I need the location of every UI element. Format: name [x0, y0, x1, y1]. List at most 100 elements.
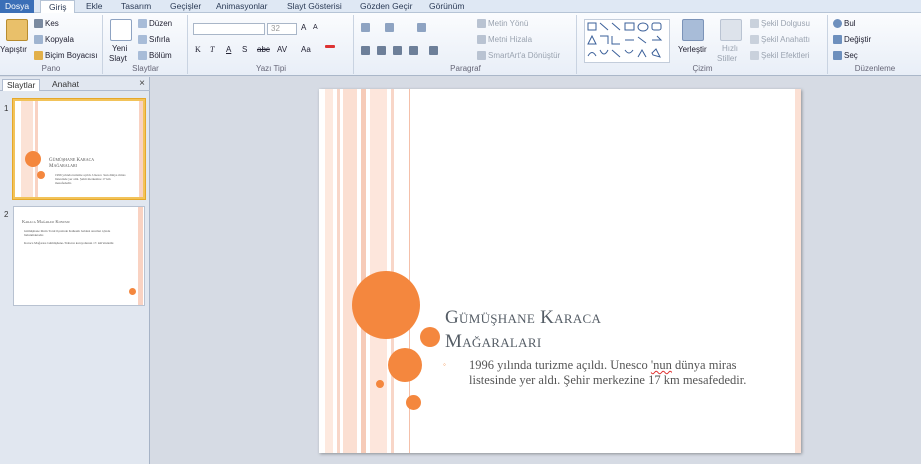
strikethrough-button[interactable]: abc	[257, 45, 270, 54]
new-slide-label-1[interactable]: Yeni	[112, 44, 127, 53]
format-painter-label: Biçim Boyacısı	[45, 51, 98, 60]
tab-outline[interactable]: Anahat	[48, 79, 83, 91]
shapes-gallery[interactable]	[584, 19, 670, 63]
group-drawing: Yerleştir Hızlı Stiller Şekil Dolgusu Şe…	[578, 15, 828, 74]
close-icon[interactable]: ×	[139, 78, 145, 89]
char-spacing-button[interactable]: AV	[277, 45, 287, 54]
shape-fill-button[interactable]: Şekil Dolgusu	[750, 19, 810, 28]
slide-thumbnail-1[interactable]: Gümüşhane Karaca Mağaraları 1996 yılında…	[13, 99, 145, 199]
bullets-button[interactable]	[361, 23, 370, 32]
columns-icon	[429, 46, 438, 55]
paste-button[interactable]: Yapıştır	[0, 45, 27, 54]
paste-icon[interactable]	[6, 19, 28, 41]
reset-button[interactable]: Sıfırla	[138, 35, 170, 44]
tab-design[interactable]: Tasarım	[121, 0, 151, 13]
align-center-button[interactable]	[377, 46, 386, 55]
group-font: 32 A A K T A S abc AV Aa Yazı Tipi	[189, 15, 354, 74]
paint-bucket-icon	[750, 19, 759, 28]
align-text-label: Metni Hizala	[488, 35, 533, 44]
find-button[interactable]: Bul	[833, 19, 856, 28]
layout-button[interactable]: Düzen	[138, 19, 172, 28]
group-paragraph: Metin Yönü Metni Hizala SmartArt'a Dönüş…	[355, 15, 577, 74]
smartart-button[interactable]: SmartArt'a Dönüştür	[477, 51, 560, 60]
decor-circle	[406, 395, 421, 410]
tab-view[interactable]: Görünüm	[429, 0, 464, 13]
shape-effects-button[interactable]: Şekil Efektleri	[750, 51, 809, 60]
slide-title-line-2: Mağaraları	[445, 331, 542, 352]
text-direction-button[interactable]: Metin Yönü	[477, 19, 528, 28]
numbering-button[interactable]	[385, 23, 394, 32]
thumb-body: 1996 yılında turizme açıldı. Unesco 'nun…	[55, 173, 126, 185]
align-left-button[interactable]	[361, 46, 370, 55]
slide-canvas[interactable]: Gümüşhane Karaca Mağaraları ◦ 1996 yılın…	[319, 89, 801, 453]
thumb-stripe	[139, 101, 143, 197]
align-text-button[interactable]: Metni Hizala	[477, 35, 532, 44]
shrink-font-button[interactable]: A	[313, 24, 318, 31]
group-label-editing: Düzenleme	[854, 64, 896, 73]
font-color-button[interactable]	[325, 45, 335, 48]
group-label-font: Yazı Tipi	[255, 64, 287, 73]
tab-animations[interactable]: Animasyonlar	[216, 0, 268, 13]
tab-slideshow[interactable]: Slayt Gösterisi	[287, 0, 342, 13]
slide-body-text[interactable]: 1996 yılında turizme açıldı. Unesco 'nun…	[469, 358, 769, 388]
select-button[interactable]: Seç	[833, 51, 858, 60]
decor-stripe	[343, 89, 357, 453]
decor-circle	[352, 271, 420, 339]
grow-font-button[interactable]: A	[301, 23, 306, 32]
thumb-stripe	[35, 101, 38, 197]
section-button[interactable]: Bölüm	[138, 51, 172, 60]
align-left-icon	[361, 46, 370, 55]
decor-stripe	[325, 89, 333, 453]
italic-button[interactable]: T	[210, 45, 214, 54]
font-color-icon	[325, 45, 335, 48]
body-text-part: 1996 yılında turizme açıldı. Unesco	[469, 358, 651, 372]
shapes-icon	[587, 22, 663, 58]
copy-icon	[34, 35, 43, 44]
quick-styles-label-2[interactable]: Stiller	[717, 54, 737, 63]
underline-button[interactable]: A	[226, 45, 231, 54]
tab-review[interactable]: Gözden Geçir	[360, 0, 412, 13]
decor-circle	[388, 348, 422, 382]
slide-thumbnail-2[interactable]: Karaca Mağarası Konumu Gümüşhane ilinin …	[13, 206, 145, 306]
new-slide-icon[interactable]	[110, 19, 132, 41]
thumb-circle	[129, 288, 136, 295]
spelling-error-word[interactable]: 'nun	[651, 358, 672, 372]
indent-button[interactable]	[417, 23, 426, 32]
slides-panel-tabs: Slaytlar Anahat ×	[0, 77, 150, 91]
font-size-field[interactable]: 32	[267, 23, 297, 35]
group-label-drawing: Çizim	[692, 64, 713, 73]
tab-slides-list[interactable]: Slaytlar	[2, 79, 41, 91]
copy-button[interactable]: Kopyala	[34, 35, 74, 44]
arrange-icon[interactable]	[682, 19, 704, 41]
columns-button[interactable]	[429, 46, 438, 55]
slide-title[interactable]: Gümüşhane Karaca Mağaraları	[445, 306, 745, 354]
cut-button[interactable]: Kes	[34, 19, 59, 28]
pen-icon	[750, 35, 759, 44]
new-slide-label-2[interactable]: Slayt	[109, 54, 127, 63]
shadow-button[interactable]: S	[242, 45, 247, 54]
quick-styles-icon[interactable]	[720, 19, 742, 41]
smartart-label: SmartArt'a Dönüştür	[488, 51, 561, 60]
align-right-button[interactable]	[393, 46, 402, 55]
shape-outline-button[interactable]: Şekil Anahattı	[750, 35, 810, 44]
quick-styles-label-1[interactable]: Hızlı	[722, 44, 738, 53]
cursor-icon	[833, 51, 842, 60]
change-case-button[interactable]: Aa	[301, 45, 311, 54]
align-center-icon	[377, 46, 386, 55]
arrange-button[interactable]: Yerleştir	[678, 45, 707, 54]
tab-home[interactable]: Giriş	[40, 0, 76, 14]
shape-fill-label: Şekil Dolgusu	[761, 19, 810, 28]
text-direction-icon	[477, 19, 486, 28]
tab-insert[interactable]: Ekle	[86, 0, 103, 13]
format-painter-button[interactable]: Biçim Boyacısı	[34, 51, 97, 60]
copy-label: Kopyala	[45, 35, 74, 44]
font-name-field[interactable]	[193, 23, 265, 35]
tab-transitions[interactable]: Geçişler	[170, 0, 201, 13]
effects-icon	[750, 51, 759, 60]
bold-button[interactable]: K	[195, 45, 201, 54]
replace-button[interactable]: Değiştir	[833, 35, 871, 44]
tab-file[interactable]: Dosya	[0, 0, 34, 13]
find-label: Bul	[844, 19, 856, 28]
justify-button[interactable]	[409, 46, 418, 55]
thumb-stripe	[21, 101, 33, 197]
